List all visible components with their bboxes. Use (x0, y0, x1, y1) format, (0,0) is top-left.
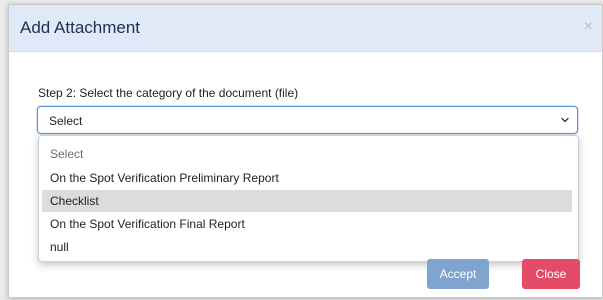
category-select-value: Select (49, 114, 83, 128)
category-dropdown-list: Select On the Spot Verification Prelimin… (38, 135, 579, 262)
add-attachment-dialog: Add Attachment × Step 2: Select the cate… (8, 4, 603, 298)
option-checklist[interactable]: Checklist (42, 190, 572, 212)
option-final-report[interactable]: On the Spot Verification Final Report (42, 213, 572, 235)
chevron-down-icon (561, 117, 569, 123)
option-null[interactable]: null (42, 236, 572, 258)
close-icon[interactable]: × (584, 18, 593, 36)
option-preliminary-report[interactable]: On the Spot Verification Preliminary Rep… (42, 167, 572, 189)
close-button[interactable]: Close (522, 259, 580, 289)
dialog-title: Add Attachment (20, 18, 141, 37)
step-label: Step 2: Select the category of the docum… (38, 86, 299, 100)
category-select[interactable]: Select (37, 106, 578, 134)
option-select[interactable]: Select (42, 143, 572, 165)
accept-button[interactable]: Accept (427, 259, 489, 289)
dialog-header: Add Attachment × (9, 5, 602, 52)
